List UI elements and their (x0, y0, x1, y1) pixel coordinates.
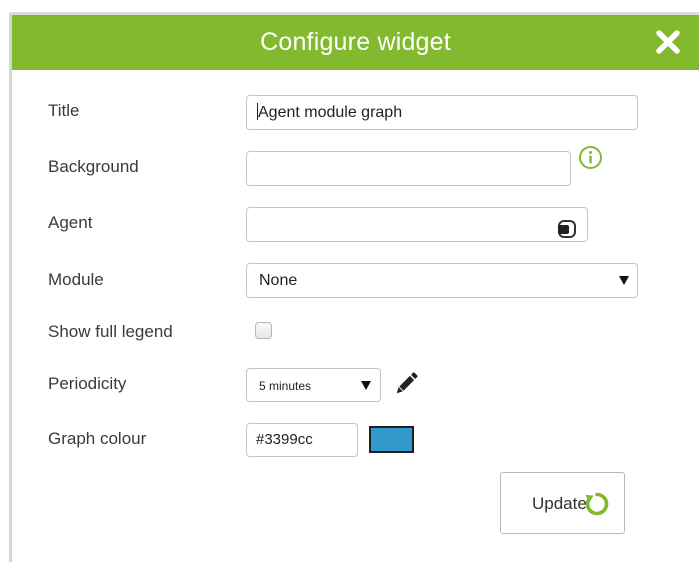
agent-label: Agent (48, 213, 93, 232)
graph-colour-label: Graph colour (48, 429, 147, 448)
title-input[interactable]: Agent module graph (246, 95, 638, 130)
module-select-value: None (259, 272, 298, 289)
agent-selector-icon[interactable] (556, 219, 578, 239)
color-swatch[interactable] (369, 426, 414, 453)
update-button[interactable]: Update (500, 472, 625, 534)
background-input[interactable] (246, 151, 571, 186)
show-full-legend-label: Show full legend (48, 322, 173, 341)
close-icon[interactable] (655, 29, 681, 55)
dialog-title: Configure widget (260, 28, 451, 56)
refresh-icon (585, 492, 609, 516)
graph-colour-input[interactable]: #3399cc (246, 423, 358, 457)
periodicity-select-value: 5 minutes (259, 379, 312, 393)
agent-input[interactable] (246, 207, 588, 242)
info-icon[interactable] (578, 145, 603, 170)
dialog-left-border (9, 14, 12, 562)
dialog-header: Configure widget (12, 15, 699, 70)
title-label: Title (48, 101, 80, 120)
periodicity-label: Periodicity (48, 374, 127, 393)
pencil-icon[interactable] (391, 369, 421, 399)
graph-colour-value: #3399cc (256, 431, 313, 448)
module-label: Module (48, 270, 104, 289)
chevron-down-icon (619, 276, 629, 285)
module-select[interactable]: None (246, 263, 638, 298)
chevron-down-icon (361, 381, 371, 390)
title-input-value: Agent module graph (258, 104, 403, 121)
update-button-label: Update (532, 494, 587, 513)
periodicity-select[interactable]: 5 minutes (246, 368, 381, 402)
show-full-legend-checkbox[interactable] (255, 322, 272, 339)
background-label: Background (48, 157, 139, 176)
